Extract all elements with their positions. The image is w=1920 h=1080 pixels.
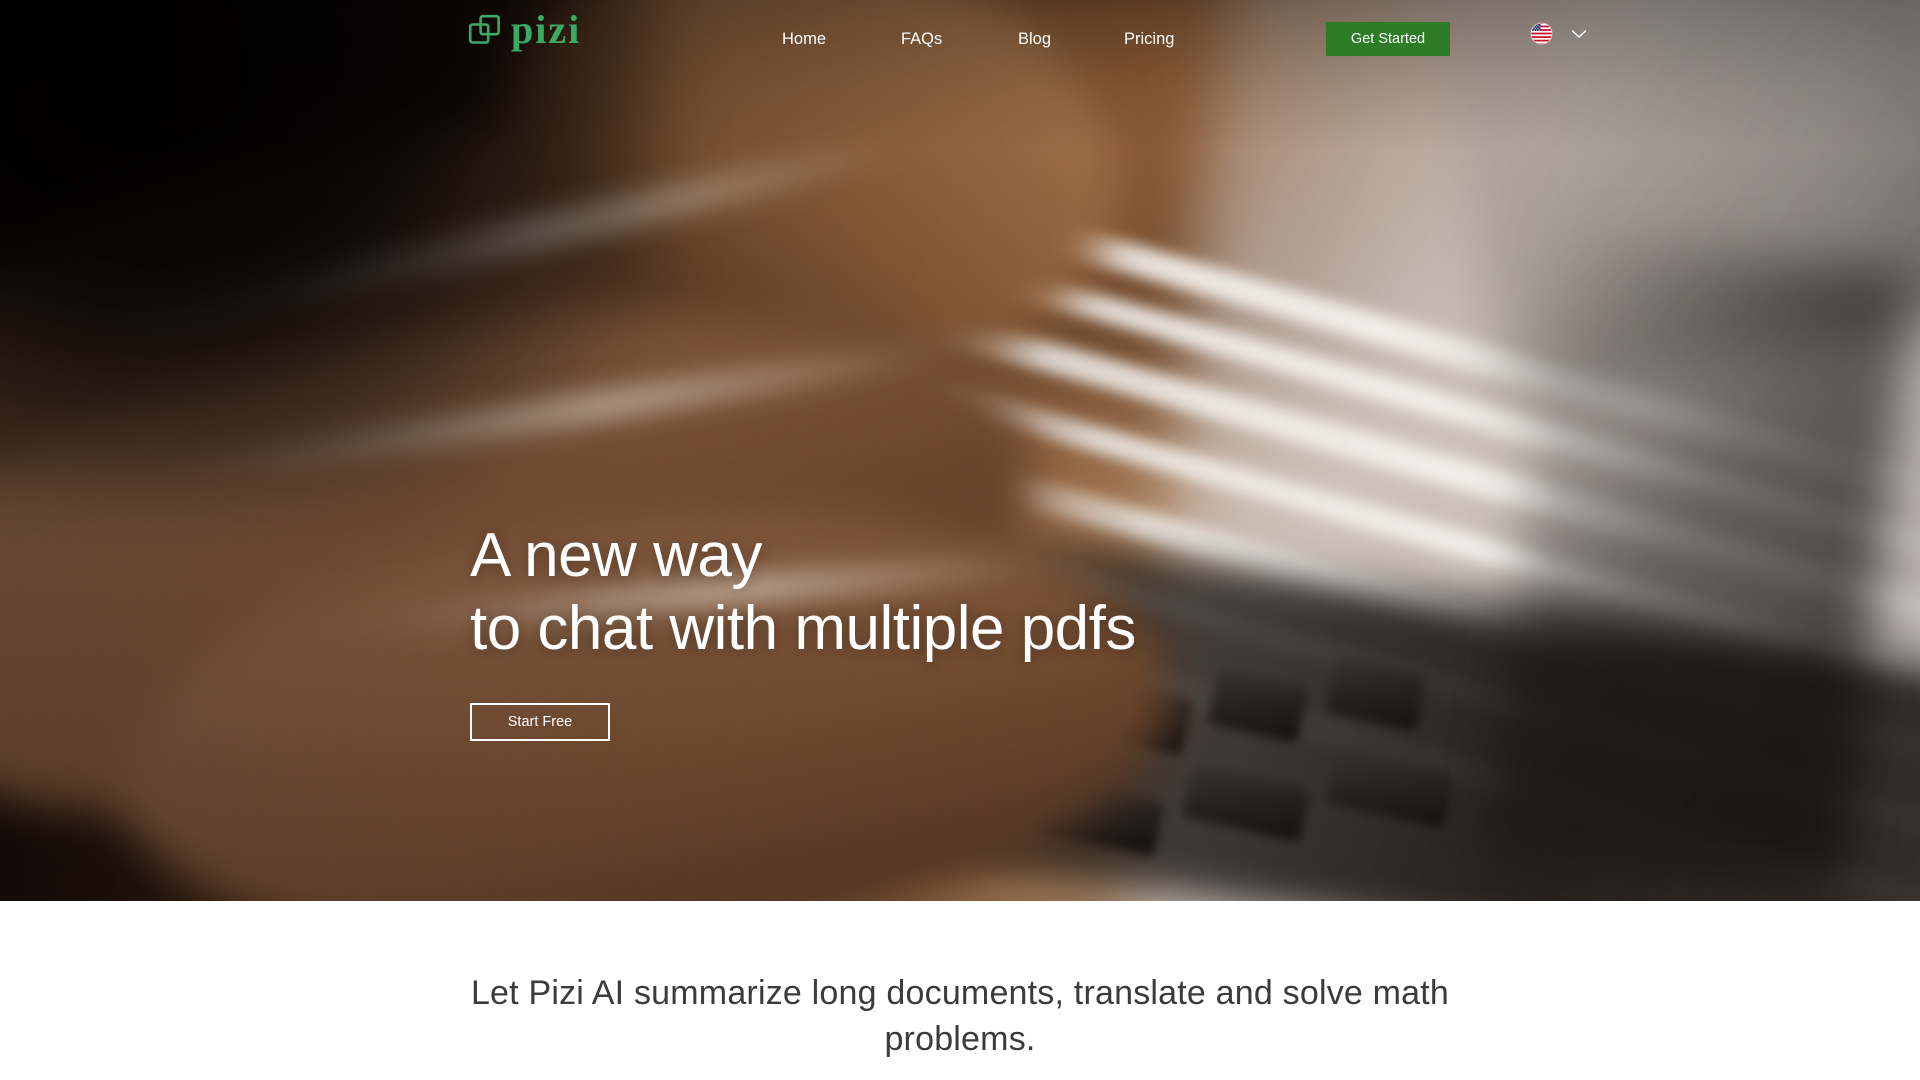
nav-item-home[interactable]: Home <box>782 30 826 49</box>
site-header: pizi Home FAQs Blog Pricing Get Started <box>0 0 1920 80</box>
us-flag-icon <box>1530 22 1553 45</box>
nav-item-blog[interactable]: Blog <box>1018 30 1051 49</box>
nav-item-faqs[interactable]: FAQs <box>901 30 942 49</box>
hero-section: pizi Home FAQs Blog Pricing Get Started <box>0 0 1920 901</box>
page-title: A new way to chat with multiple pdfs <box>470 520 1136 665</box>
language-selector[interactable] <box>1530 22 1587 45</box>
intro-section: Let Pizi AI summarize long documents, tr… <box>0 901 1920 1080</box>
get-started-button[interactable]: Get Started <box>1326 22 1450 56</box>
start-free-button[interactable]: Start Free <box>470 703 610 742</box>
hero-content: A new way to chat with multiple pdfs Sta… <box>470 520 1136 742</box>
nav-item-pricing[interactable]: Pricing <box>1124 30 1174 49</box>
intro-subtitle: Let Pizi AI summarize long documents, tr… <box>470 974 1450 1058</box>
headline-line-2: to chat with multiple pdfs <box>470 593 1136 663</box>
logo-text: pizi <box>511 7 582 52</box>
layers-squares-icon <box>468 14 500 44</box>
hero-background-image <box>0 0 1920 901</box>
chevron-down-icon <box>1571 29 1587 38</box>
logo[interactable]: pizi <box>468 10 581 50</box>
page-root: pizi Home FAQs Blog Pricing Get Started <box>0 0 1920 1080</box>
headline-line-1: A new way <box>470 521 762 590</box>
